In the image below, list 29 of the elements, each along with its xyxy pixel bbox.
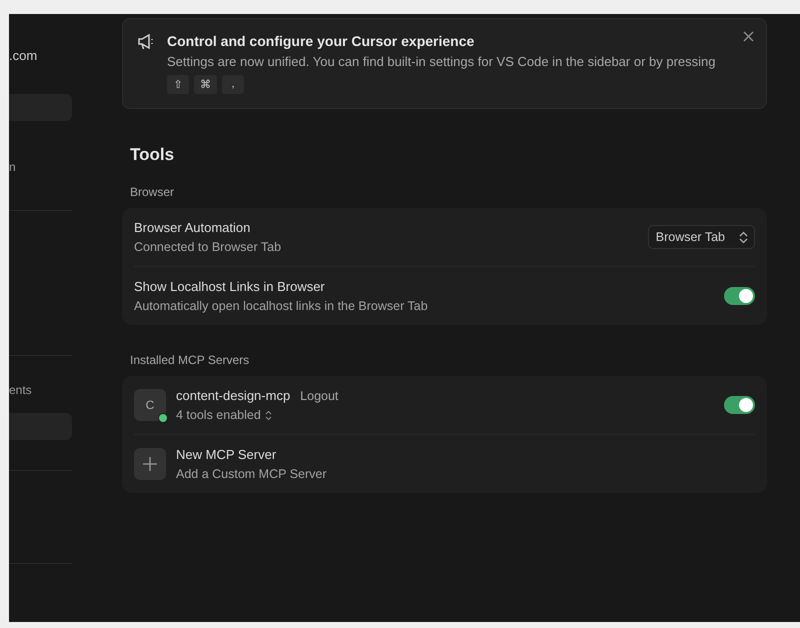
logout-link[interactable]: Logout [300, 389, 338, 403]
setting-title: New MCP Server [176, 447, 278, 462]
setting-title: Show Localhost Links in Browser [134, 279, 326, 294]
close-button[interactable] [743, 31, 754, 42]
banner-title: Control and configure your Cursor experience [167, 33, 476, 49]
setting-description: Connected to Browser Tab [134, 240, 282, 254]
setting-description: Automatically open localhost links in the Browser Tab [134, 299, 429, 313]
toggle-switch[interactable] [724, 396, 755, 414]
setting-title: Browser Automation [134, 220, 252, 235]
banner-text: Settings are now unified. You can find built-in settings for VS Code in the sidebar or by pressing [167, 54, 716, 69]
add-button[interactable] [134, 448, 166, 480]
chevron-updown-icon [739, 230, 748, 244]
browser-select[interactable]: Browser Tab [648, 225, 755, 249]
setting-description: Add a Custom MCP Server [176, 467, 328, 481]
toggle-switch[interactable] [724, 287, 755, 305]
section-heading: Installed MCP Servers [130, 353, 250, 367]
tools-count[interactable]: 4 tools enabled [176, 408, 261, 422]
section-heading: Browser [130, 185, 176, 199]
server-name: content-design-mcp [176, 388, 290, 403]
page-title: Tools [130, 145, 176, 165]
account-email: .com [9, 48, 38, 65]
sidebar-item[interactable]: ents [9, 376, 72, 403]
server-avatar: C [134, 389, 166, 421]
plus-icon [143, 457, 157, 471]
keyboard-key: , [222, 75, 244, 94]
chevron-updown-icon [264, 410, 272, 420]
sidebar-item[interactable]: n [9, 153, 72, 180]
keyboard-key: ⌘ [194, 75, 217, 94]
keyboard-key: ⇧ [167, 75, 189, 94]
